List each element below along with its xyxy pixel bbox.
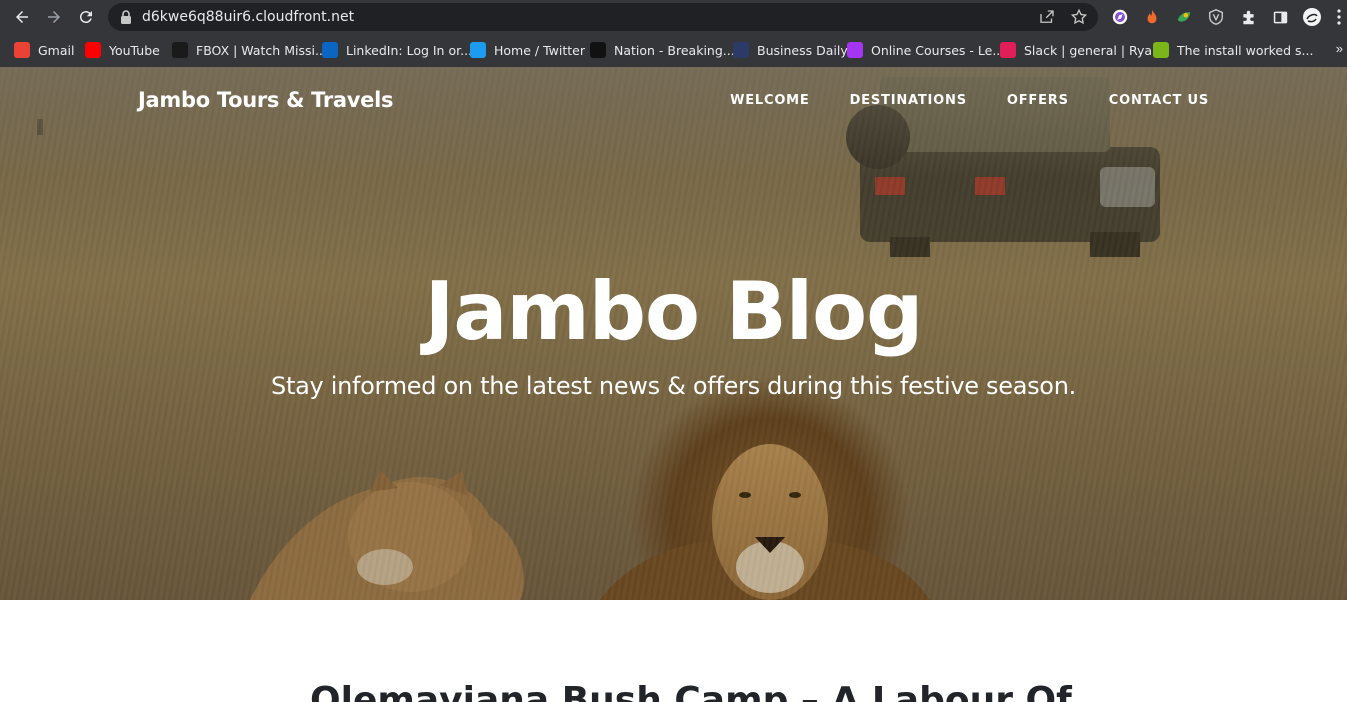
bookmark-item[interactable]: Online Courses - Le... — [847, 41, 1004, 59]
extension-shield-icon[interactable] — [1206, 7, 1226, 27]
extension-leaf-icon[interactable] — [1174, 7, 1194, 27]
nav-link-destinations[interactable]: DESTINATIONS — [850, 93, 967, 108]
twitter-icon — [470, 42, 486, 58]
bookmark-item[interactable]: Gmail — [14, 41, 74, 59]
share-icon[interactable] — [1038, 8, 1056, 26]
back-button[interactable] — [10, 5, 34, 29]
bookmark-label: LinkedIn: Log In or... — [346, 42, 473, 58]
profile-avatar-icon[interactable] — [1302, 7, 1322, 27]
kebab-menu-icon[interactable] — [1333, 7, 1345, 27]
slack-icon — [1000, 42, 1016, 58]
nation-icon — [590, 42, 606, 58]
address-bar[interactable]: d6kwe6q88uir6.cloudfront.net — [108, 3, 1098, 31]
bookmark-label: Business Daily — [757, 42, 848, 58]
reload-button[interactable] — [74, 5, 98, 29]
lock-icon — [121, 10, 131, 24]
hero-subtitle: Stay informed on the latest news & offer… — [271, 372, 1076, 400]
bookmark-label: YouTube — [109, 42, 160, 58]
extension-compass-icon[interactable] — [1110, 7, 1130, 27]
site-brand-link[interactable]: Jambo Tours & Travels — [138, 88, 394, 112]
site-nav: WELCOME DESTINATIONS OFFERS CONTACT US — [730, 93, 1209, 108]
bookmark-item[interactable]: Home / Twitter — [470, 41, 585, 59]
bookmark-label: Nation - Breaking... — [614, 42, 735, 58]
bookmark-label: Online Courses - Le... — [871, 42, 1005, 58]
star-icon[interactable] — [1070, 8, 1088, 26]
udemy-icon — [847, 42, 863, 58]
arrow-left-icon — [16, 11, 28, 23]
nav-link-welcome[interactable]: WELCOME — [730, 93, 810, 108]
youtube-icon — [85, 42, 101, 58]
extension-flame-icon[interactable] — [1142, 7, 1162, 27]
reload-icon — [79, 11, 92, 24]
bookmark-item[interactable]: YouTube — [85, 41, 160, 59]
bookmark-item[interactable]: Business Daily — [733, 41, 848, 59]
bookmark-item[interactable]: LinkedIn: Log In or... — [322, 41, 472, 59]
forward-button[interactable] — [42, 5, 66, 29]
post-title-link[interactable]: Olemaviana Bush Camp – A Labour Of — [310, 680, 1072, 702]
bookmarks-bar: Gmail YouTube FBOX | Watch Missi... LinkedI… — [0, 34, 1347, 67]
extensions-puzzle-icon[interactable] — [1238, 7, 1258, 27]
side-panel-icon[interactable] — [1270, 7, 1290, 27]
linkedin-icon — [322, 42, 338, 58]
nav-link-offers[interactable]: OFFERS — [1007, 93, 1069, 108]
browser-toolbar: d6kwe6q88uir6.cloudfront.net — [0, 0, 1347, 34]
url-text: d6kwe6q88uir6.cloudfront.net — [142, 9, 355, 25]
bookmark-item[interactable]: FBOX | Watch Missi... — [172, 41, 327, 59]
bookmark-item[interactable]: Nation - Breaking... — [590, 41, 735, 59]
bookmark-label: FBOX | Watch Missi... — [196, 42, 327, 58]
browser-chrome: d6kwe6q88uir6.cloudfront.net Gmail YouTu… — [0, 0, 1347, 67]
bookmark-item[interactable]: Slack | general | Rya... — [1000, 41, 1164, 59]
nav-link-contact-us[interactable]: CONTACT US — [1109, 93, 1209, 108]
hero-title: Jambo Blog — [424, 265, 924, 358]
bookmark-item[interactable]: The install worked s... — [1153, 41, 1313, 59]
bookmark-label: Slack | general | Rya... — [1024, 42, 1164, 58]
bookmark-label: The install worked s... — [1177, 42, 1314, 58]
django-icon — [1153, 42, 1169, 58]
arrow-right-icon — [48, 11, 60, 23]
gmail-icon — [14, 42, 30, 58]
bookmarks-overflow-button[interactable]: » — [1336, 41, 1343, 56]
business-daily-icon — [733, 42, 749, 58]
fbox-icon — [172, 42, 188, 58]
bookmark-label: Gmail — [38, 42, 75, 58]
bookmark-label: Home / Twitter — [494, 42, 585, 58]
